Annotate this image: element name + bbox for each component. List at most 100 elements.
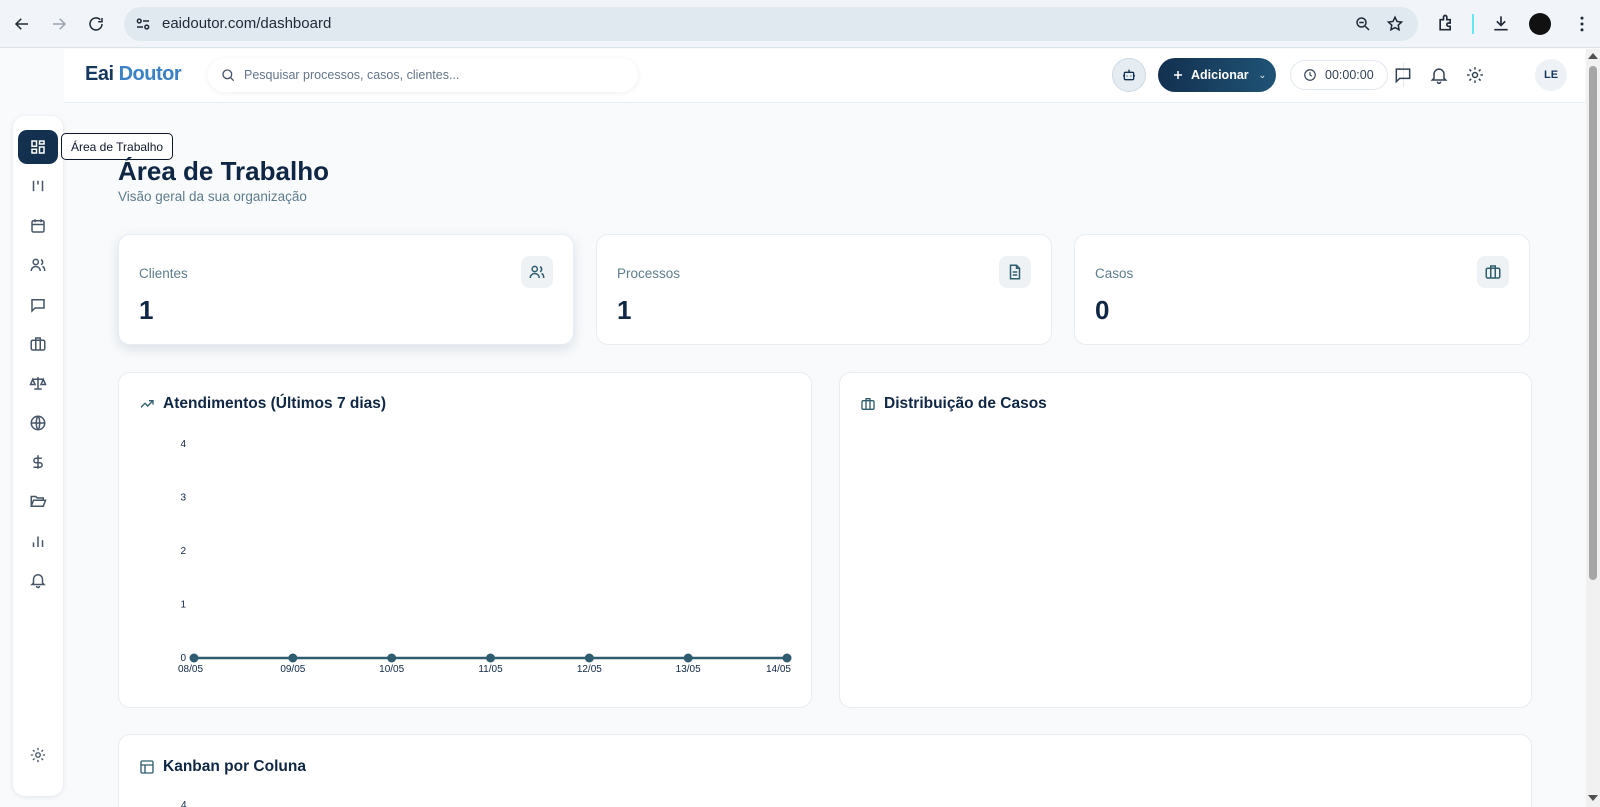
bookmark-star-icon[interactable]	[1386, 15, 1404, 33]
download-icon[interactable]	[1491, 13, 1511, 33]
app-logo[interactable]: Eai Doutor	[85, 63, 182, 86]
stat-card-clientes[interactable]: Clientes 1	[118, 234, 574, 345]
search-icon	[222, 69, 235, 82]
dashboard-icon	[31, 140, 45, 154]
bell-icon[interactable]	[1429, 65, 1449, 85]
search-input[interactable]	[244, 65, 624, 85]
x-tick-label: 12/05	[577, 664, 602, 675]
briefcase-icon	[1477, 256, 1509, 288]
users-icon	[30, 258, 46, 272]
data-point[interactable]	[387, 653, 397, 663]
address-bar[interactable]: eaidoutor.com/dashboard	[124, 7, 1418, 41]
sidebar-item-kanban[interactable]	[18, 169, 58, 203]
x-tick-label: 14/05	[766, 664, 791, 675]
x-tick-label: 11/05	[478, 664, 503, 675]
sidebar-item-finance[interactable]	[18, 445, 58, 479]
chat-icon	[31, 299, 45, 313]
y-tick-label: 4	[180, 439, 186, 450]
sidebar-item-users[interactable]	[18, 248, 58, 282]
scale-icon	[29, 377, 47, 390]
url-text[interactable]: eaidoutor.com/dashboard	[162, 15, 331, 32]
distribuicao-title-text: Distribuição de Casos	[884, 395, 1047, 412]
user-avatar[interactable]: LE	[1535, 59, 1567, 91]
x-tick-label: 08/05	[178, 664, 203, 675]
stat-card-processos[interactable]: Processos 1	[596, 234, 1052, 345]
extensions-icon[interactable]	[1436, 13, 1456, 33]
chevron-down-icon: ⌄	[1258, 69, 1267, 80]
kanban-title-text: Kanban por Coluna	[163, 758, 306, 775]
sidebar-item-notifications[interactable]	[18, 563, 58, 597]
stat-label: Clientes	[139, 266, 188, 281]
kanban-title: Kanban por Coluna	[139, 758, 306, 776]
site-settings-icon[interactable]	[134, 15, 152, 33]
stat-value: 0	[1095, 295, 1110, 325]
sidebar-item-dashboard[interactable]	[18, 130, 58, 164]
sidebar-item-cases[interactable]	[18, 327, 58, 361]
scroll-up-arrow[interactable]	[1588, 53, 1598, 59]
forward-icon[interactable]	[47, 12, 71, 36]
browser-menu-icon[interactable]	[1572, 14, 1592, 34]
stat-value: 1	[139, 295, 154, 325]
atendimentos-panel: Atendimentos (Últimos 7 dias) 0 1 2 3 4 08/05…	[118, 372, 812, 708]
gear-icon[interactable]	[1465, 65, 1485, 85]
add-button[interactable]: Adicionar ⌄	[1158, 58, 1276, 92]
data-point[interactable]	[782, 653, 792, 663]
y-tick-label: 0	[180, 653, 186, 664]
sidebar-item-chat[interactable]	[18, 288, 58, 322]
sidebar-item-settings[interactable]	[18, 738, 58, 772]
distribuicao-title: Distribuição de Casos	[860, 395, 1047, 413]
briefcase-icon	[30, 337, 46, 351]
reload-icon[interactable]	[84, 12, 108, 36]
sidebar-item-calendar[interactable]	[18, 209, 58, 243]
distribuicao-panel: Distribuição de Casos	[839, 372, 1532, 708]
y-tick-label: 2	[180, 546, 186, 557]
logo-eai: Eai	[85, 63, 114, 85]
gear-icon	[30, 747, 46, 763]
stat-label: Processos	[617, 266, 681, 281]
back-icon[interactable]	[10, 12, 34, 36]
page-title: Área de Trabalho	[118, 156, 329, 186]
sidebar-item-documents[interactable]	[18, 484, 58, 518]
sidebar-item-legal[interactable]	[18, 366, 58, 400]
x-tick-label: 09/05	[280, 664, 305, 675]
stat-card-casos[interactable]: Casos 0	[1074, 234, 1530, 345]
data-point[interactable]	[584, 653, 594, 663]
data-point[interactable]	[486, 653, 495, 663]
y-tick-label: 3	[180, 493, 186, 504]
plus-icon	[1174, 71, 1182, 79]
toolbar-divider	[1472, 14, 1474, 34]
assistant-bot-button[interactable]	[1112, 58, 1146, 92]
file-text-icon	[999, 256, 1031, 288]
app-header: Eai Doutor Adicionar ⌄ 00:00:00 LE	[64, 49, 1585, 103]
bar-chart-icon	[32, 536, 44, 547]
browser-profile-avatar[interactable]	[1529, 13, 1551, 35]
y-tick-label: 1	[180, 600, 186, 611]
folder-open-icon	[30, 495, 47, 507]
data-point[interactable]	[683, 653, 693, 663]
scroll-down-arrow[interactable]	[1588, 795, 1598, 801]
atendimentos-chart: 0 1 2 3 4 08/05 09/05 10/05 11/05 12/05 13/05 14/05	[178, 439, 792, 675]
kanban-icon	[32, 180, 44, 192]
global-search	[208, 58, 638, 92]
clock-icon	[1304, 69, 1316, 81]
data-point[interactable]	[288, 653, 298, 663]
stat-value: 1	[617, 295, 632, 325]
kanban-axis-tick: 4	[181, 800, 187, 807]
scrollbar-thumb[interactable]	[1589, 66, 1597, 580]
page-subtitle: Visão geral da sua organização	[118, 189, 307, 204]
sidebar	[13, 116, 63, 796]
x-tick-label: 13/05	[676, 664, 701, 675]
bell-icon	[30, 574, 46, 589]
sidebar-item-reports[interactable]	[18, 524, 58, 558]
sidebar-item-portal[interactable]	[18, 406, 58, 440]
time-tracker[interactable]: 00:00:00	[1290, 60, 1388, 90]
logo-doutor: Doutor	[118, 63, 182, 85]
users-icon	[521, 256, 553, 288]
globe-icon	[30, 415, 46, 431]
data-point[interactable]	[189, 653, 199, 663]
messages-icon[interactable]	[1393, 65, 1413, 85]
add-button-label: Adicionar	[1191, 68, 1249, 82]
stat-label: Casos	[1095, 266, 1134, 281]
x-tick-label: 10/05	[379, 664, 404, 675]
zoom-icon[interactable]	[1354, 15, 1372, 33]
